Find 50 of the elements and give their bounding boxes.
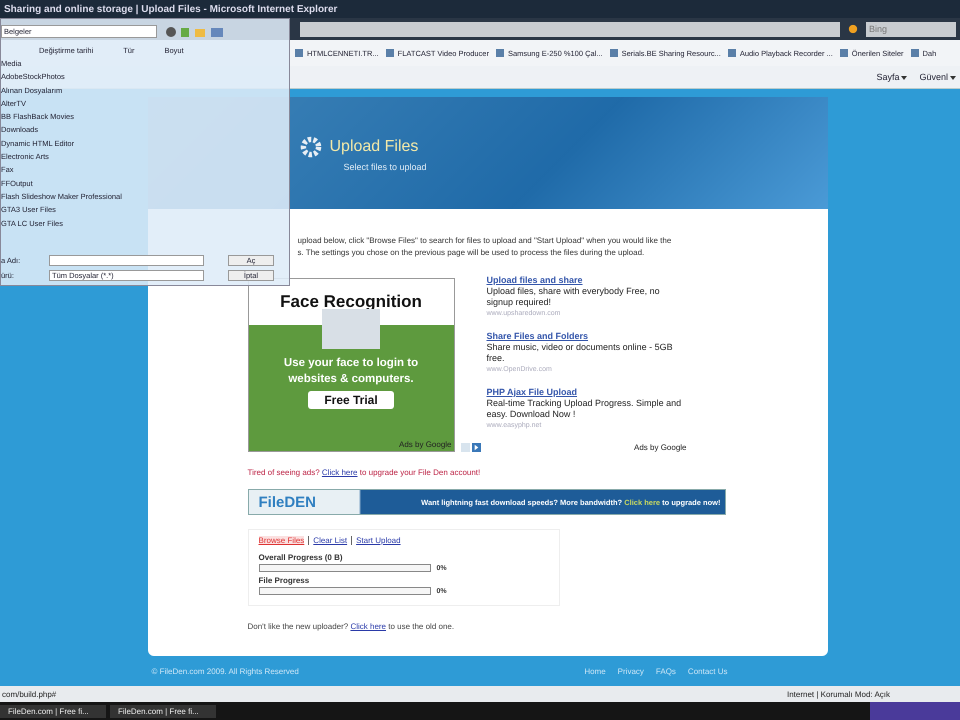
page-subtitle: Select files to upload [342,162,428,172]
page-icon [494,48,505,58]
page-icon [384,48,395,58]
old-uploader-link[interactable]: Click here [350,622,386,631]
progress-label: File Progress [258,576,310,585]
gear-icon [298,134,324,160]
intro-text: s. The settings you chose on the previous page will be used to process the files during the upload. [296,247,646,259]
search-field[interactable]: Bing [866,22,956,36]
image-ad[interactable]: Face Recognition Use your face to login to websites & computers. Free Trial Ads by Google [248,278,454,452]
page-icon [838,48,849,58]
command-menu[interactable]: Güvenl [919,72,956,82]
ad-link[interactable]: PHP Ajax File Upload [486,387,686,398]
progress-label: Overall Progress (0 B) [258,553,344,562]
caret-icon [901,76,908,80]
page-icon [910,48,920,58]
ad-text: Upload files, share with everybody Free, no signup required! [486,286,661,308]
page-icon [726,48,737,58]
file-name-field[interactable] [49,255,204,266]
page-title: Upload Files [330,138,418,156]
uploader-link[interactable]: Start Upload [356,536,401,545]
photo-placeholder [322,309,380,349]
ad-credit: Ads by Google [634,443,686,452]
ad-text: Share music, video or documents online - 5GB free. [486,342,674,364]
logo: FileDEN [258,494,316,510]
ad-title: Face Recognition [279,291,423,313]
ad-text: Use your face to login to websites & computers. [282,356,420,387]
command-menu[interactable]: Sayfa [876,72,908,82]
old-uploader-note: Don't like the new uploader? Click here to use the old one. [248,622,456,631]
page-icon [294,48,304,58]
address-bar[interactable] [300,22,840,36]
uploader-link[interactable]: Clear List [313,536,348,545]
status-url: com/build.php# [2,690,56,698]
ad-link[interactable]: Share Files and Folders [486,331,686,342]
next-icon[interactable] [472,443,480,452]
taskbar-button[interactable]: FileDen.com | Free fi... [110,704,216,718]
caret-icon [950,76,956,80]
upgrade-note: Tired of seeing ads? Click here to upgrade your File Den account! [248,468,482,477]
security-zone: Internet | Korumalı Mod: Açık [786,690,890,698]
window-title: Sharing and online storage | Upload Files - Microsoft Internet Explorer [4,4,338,14]
copyright-text: © FileDen.com 2009. All Rights Reserved [152,666,299,676]
intro-text: upload below, click "Browse Files" to search for files to upload and "Start Upload" when you would like the [296,235,672,247]
page-icon [608,48,619,58]
ad-credit: Ads by Google [399,440,452,449]
free-trial-button[interactable]: Free Trial [308,391,394,409]
ad-link[interactable]: Upload files and share [486,275,686,286]
search-engine-icon [848,24,858,34]
ad-text: Real-time Tracking Upload Progress. Simple and easy. Download Now ! [486,398,682,420]
taskbar-button[interactable]: FileDen.com | Free fi... [0,704,106,718]
upgrade-link[interactable]: Click here [322,468,358,477]
uploader-link[interactable]: Browse Files [258,536,304,545]
